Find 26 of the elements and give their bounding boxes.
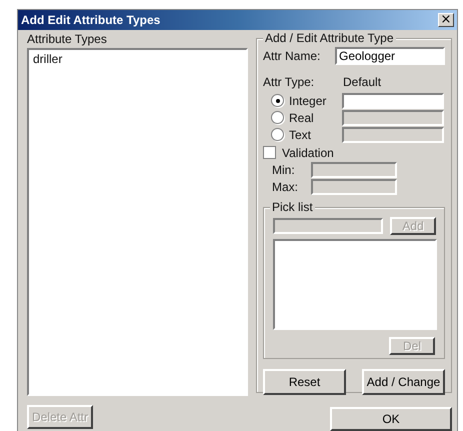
field-label: Min: <box>272 162 296 176</box>
input-field[interactable]: Geologger <box>335 47 445 65</box>
button[interactable]: OK <box>330 407 452 431</box>
field-label: Attr Name: <box>263 49 322 63</box>
radio-button[interactable] <box>271 111 284 124</box>
group-title: Add / Edit Attribute Type <box>263 31 396 45</box>
button[interactable]: Reset <box>263 369 346 395</box>
list-item[interactable]: driller <box>31 52 244 66</box>
radio-label: Real <box>289 110 315 124</box>
close-button[interactable]: × <box>438 13 454 27</box>
group-title: Pick list <box>270 200 315 214</box>
field-label: Attr Type: <box>263 75 316 89</box>
checkbox-label: Validation <box>282 146 334 160</box>
attribute-list[interactable]: driller <box>27 48 248 396</box>
list-label: Attribute Types <box>27 32 108 46</box>
input-field[interactable] <box>342 92 444 108</box>
radio-label: Text <box>289 128 312 142</box>
checkbox[interactable] <box>263 146 276 159</box>
pick-list[interactable] <box>273 239 437 330</box>
button[interactable]: Add / Change <box>362 369 445 395</box>
field-label: Max: <box>272 180 300 194</box>
radio-button[interactable] <box>271 94 284 107</box>
window-title: Add Edit Attribute Types <box>21 13 160 27</box>
radio-button[interactable] <box>271 128 284 141</box>
column-label: Default <box>343 75 382 89</box>
radio-label: Integer <box>289 94 328 108</box>
